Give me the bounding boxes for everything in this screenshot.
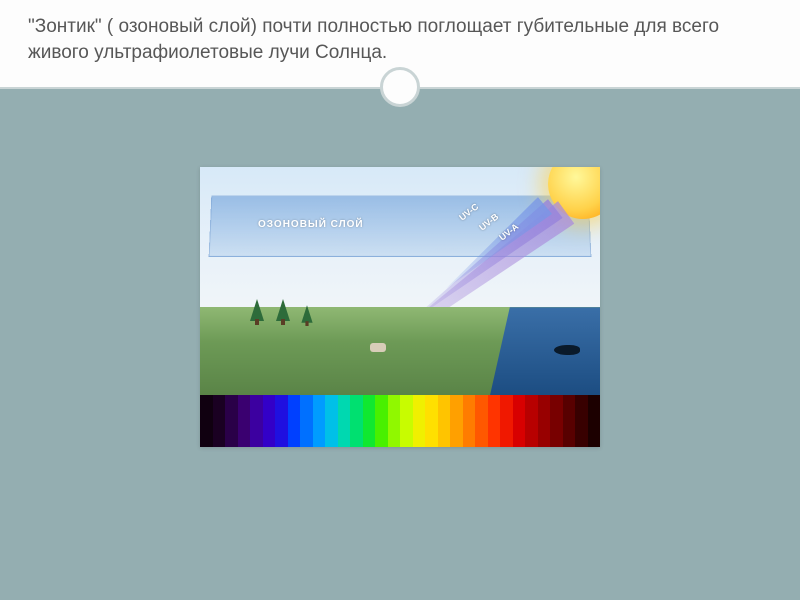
spectrum-band <box>588 395 601 447</box>
spectrum-band <box>288 395 301 447</box>
spectrum-band <box>313 395 326 447</box>
tree-icon <box>301 305 312 323</box>
spectrum-band <box>400 395 413 447</box>
spectrum-band <box>550 395 563 447</box>
spectrum-band <box>413 395 426 447</box>
spectrum-band <box>488 395 501 447</box>
spectrum-band <box>275 395 288 447</box>
spectrum-band <box>325 395 338 447</box>
spectrum-band <box>575 395 588 447</box>
slide-heading: "Зонтик" ( озоновый слой) почти полность… <box>28 14 772 65</box>
spectrum-band <box>363 395 376 447</box>
spectrum-band <box>500 395 513 447</box>
spectrum-band <box>425 395 438 447</box>
cow-icon <box>370 343 386 352</box>
spectrum-band <box>263 395 276 447</box>
spectrum-band <box>450 395 463 447</box>
spectrum-band <box>338 395 351 447</box>
spectrum-band <box>563 395 576 447</box>
spectrum-band <box>238 395 251 447</box>
spectrum-band <box>300 395 313 447</box>
ozone-layer-label: ОЗОНОВЫЙ СЛОЙ <box>258 219 364 230</box>
spectrum-band <box>388 395 401 447</box>
spectrum-band <box>200 395 213 447</box>
spectrum-band <box>225 395 238 447</box>
spectrum-band <box>525 395 538 447</box>
visible-spectrum <box>200 395 600 447</box>
tree-icon <box>250 299 264 321</box>
spectrum-band <box>213 395 226 447</box>
spectrum-band <box>513 395 526 447</box>
divider-circle-icon <box>380 67 420 107</box>
whale-icon <box>554 345 580 355</box>
spectrum-band <box>463 395 476 447</box>
spectrum-band <box>250 395 263 447</box>
ozone-diagram: ОЗОНОВЫЙ СЛОЙ UV-C UV-B UV-A <box>200 167 600 447</box>
spectrum-band <box>350 395 363 447</box>
spectrum-band <box>475 395 488 447</box>
spectrum-band <box>438 395 451 447</box>
diagram-container: ОЗОНОВЫЙ СЛОЙ UV-C UV-B UV-A <box>0 107 800 447</box>
spectrum-band <box>538 395 551 447</box>
divider <box>0 67 800 107</box>
tree-icon <box>276 299 290 321</box>
spectrum-band <box>375 395 388 447</box>
